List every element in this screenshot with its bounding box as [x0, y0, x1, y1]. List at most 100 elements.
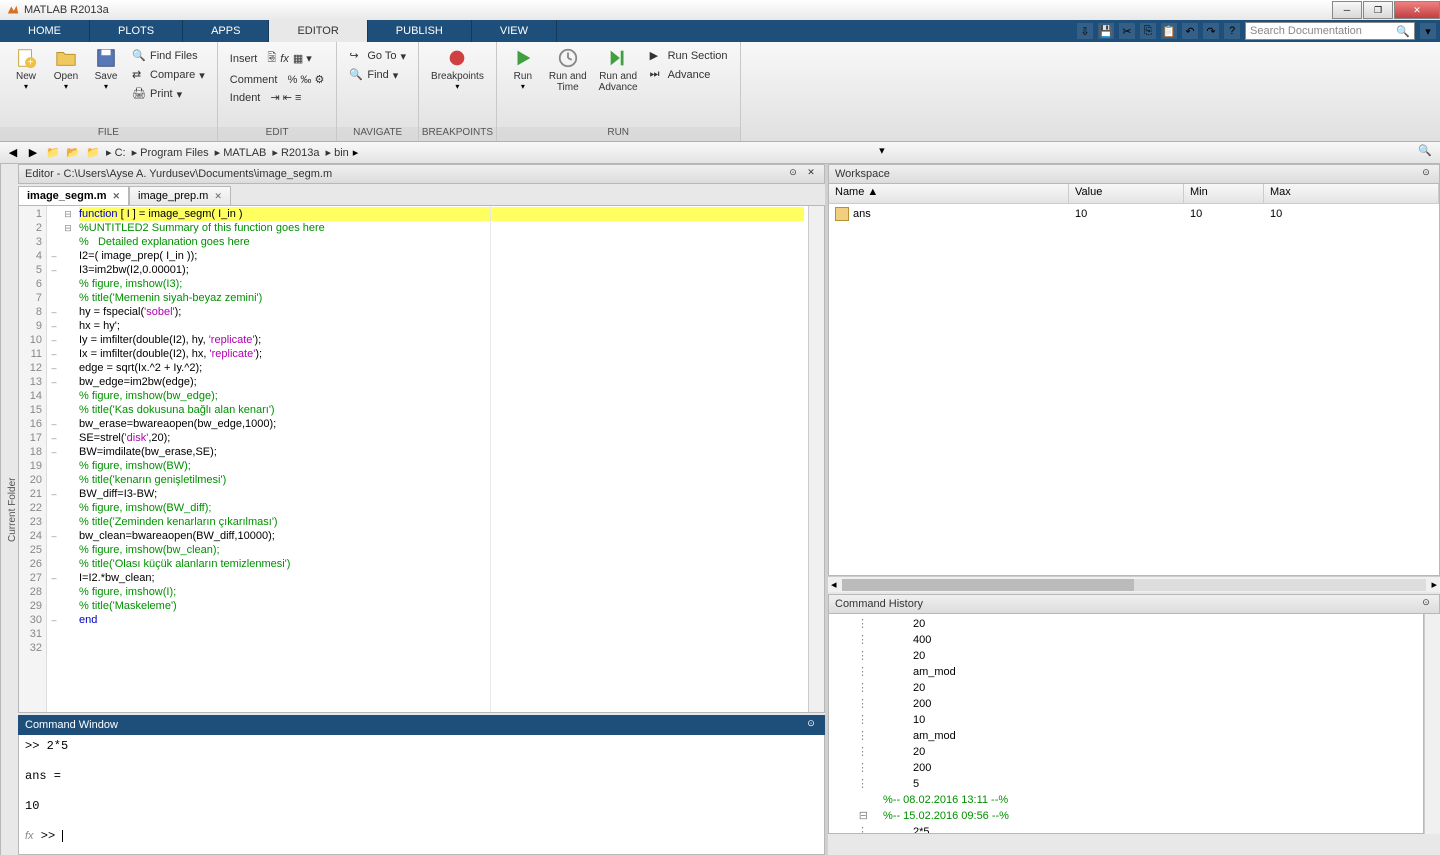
- run-section-button[interactable]: ▶Run Section: [646, 47, 732, 65]
- copy-icon[interactable]: ⎘: [1140, 23, 1156, 39]
- menu-tab-publish[interactable]: PUBLISH: [368, 20, 472, 42]
- history-item[interactable]: ⋮am_mod: [833, 664, 1419, 680]
- path-segment[interactable]: ▸ R2013a: [270, 146, 321, 159]
- group-label-run: RUN: [497, 127, 740, 141]
- new-button[interactable]: +New▾: [8, 45, 44, 127]
- history-item[interactable]: ⊟%-- 15.02.2016 09:56 --%: [833, 808, 1419, 824]
- save-icon[interactable]: 💾: [1098, 23, 1114, 39]
- path-segment[interactable]: ▸ MATLAB: [213, 146, 269, 159]
- path-segments[interactable]: ▸ C:▸ Program Files▸ MATLAB▸ R2013a▸ bin…: [104, 146, 358, 159]
- folder-icon: 📁: [84, 144, 102, 162]
- path-segment[interactable]: ▸ C:: [104, 146, 128, 159]
- minimize-button[interactable]: ─: [1332, 1, 1362, 19]
- group-label-navigate: NAVIGATE: [337, 127, 418, 141]
- compare-button[interactable]: ⇄Compare ▾: [128, 66, 209, 84]
- layout-dropdown-icon[interactable]: ▾: [1420, 23, 1436, 39]
- paste-icon[interactable]: 📋: [1161, 23, 1177, 39]
- cut-icon[interactable]: ✂: [1119, 23, 1135, 39]
- file-tab[interactable]: image_segm.m✕: [18, 186, 129, 205]
- workspace-title: Workspace ⊙: [828, 164, 1440, 184]
- save-button[interactable]: Save▾: [88, 45, 124, 127]
- close-tab-icon[interactable]: ✕: [214, 191, 222, 202]
- history-item[interactable]: %-- 08.02.2016 13:11 --%: [833, 792, 1419, 808]
- browse-folder-button[interactable]: 📂: [64, 144, 82, 162]
- find-files-button[interactable]: 🔍Find Files: [128, 47, 209, 65]
- history-item[interactable]: ⋮20: [833, 680, 1419, 696]
- history-item[interactable]: ⋮am_mod: [833, 728, 1419, 744]
- file-tab-label: image_prep.m: [138, 190, 208, 202]
- path-segment[interactable]: ▸ bin: [324, 146, 351, 159]
- doc-search-input[interactable]: Search Documentation 🔍: [1245, 22, 1415, 40]
- file-tab[interactable]: image_prep.m ✕: [129, 186, 231, 205]
- dropdown-icon[interactable]: ▾: [879, 144, 897, 162]
- history-label: Command History: [835, 598, 923, 610]
- current-folder-tab[interactable]: Current Folder: [0, 164, 18, 855]
- menu-tab-view[interactable]: VIEW: [472, 20, 557, 42]
- indent-button[interactable]: Indent ⇥ ⇤ ≡: [226, 89, 329, 106]
- menu-tab-plots[interactable]: PLOTS: [90, 20, 183, 42]
- history-vertical-scrollbar[interactable]: [1424, 614, 1440, 834]
- comment-button[interactable]: Comment % ‰ ⚙: [226, 71, 329, 88]
- back-button[interactable]: ◀: [4, 144, 22, 162]
- help-icon[interactable]: ?: [1224, 23, 1240, 39]
- close-tab-icon[interactable]: ✕: [112, 191, 120, 202]
- advance-button[interactable]: ⏭Advance: [646, 66, 732, 84]
- workspace-table[interactable]: Name ▲ValueMinMax ans101010: [828, 184, 1440, 576]
- search-path-icon[interactable]: 🔍: [1418, 144, 1436, 162]
- path-segment[interactable]: ▸ Program Files: [130, 146, 211, 159]
- menu-tabs: HOMEPLOTSAPPSEDITORPUBLISHVIEW ⇩ 💾 ✂ ⎘ 📋…: [0, 20, 1440, 42]
- history-item[interactable]: ⋮5: [833, 776, 1419, 792]
- undo-icon[interactable]: ↶: [1182, 23, 1198, 39]
- workspace-column-header[interactable]: Value: [1069, 184, 1184, 203]
- command-window[interactable]: >> 2*5ans = 10fx >>: [18, 735, 825, 855]
- history-item[interactable]: ⋮200: [833, 760, 1419, 776]
- print-button[interactable]: 🖨Print ▾: [128, 85, 209, 103]
- redo-icon[interactable]: ↷: [1203, 23, 1219, 39]
- matlab-logo-icon: [6, 3, 20, 17]
- history-item[interactable]: ⋮400: [833, 632, 1419, 648]
- insert-button[interactable]: Insert 🗟 fx ▦ ▾: [226, 47, 329, 70]
- history-item[interactable]: ⋮10: [833, 712, 1419, 728]
- workspace-column-header[interactable]: Max: [1264, 184, 1439, 203]
- cmdwin-menu-icon[interactable]: ⊙: [804, 718, 818, 732]
- find-button[interactable]: 🔍Find ▾: [345, 66, 410, 84]
- run-and-time-button[interactable]: Run and Time: [545, 45, 591, 127]
- menu-tab-home[interactable]: HOME: [0, 20, 90, 42]
- workspace-row[interactable]: ans101010: [829, 204, 1439, 224]
- up-folder-button[interactable]: 📁: [44, 144, 62, 162]
- workspace-column-header[interactable]: Min: [1184, 184, 1264, 203]
- import-icon[interactable]: ⇩: [1077, 23, 1093, 39]
- code-editor[interactable]: 1234567891011121314151617181920212223242…: [18, 206, 825, 713]
- history-item[interactable]: ⋮20: [833, 648, 1419, 664]
- command-history[interactable]: ⋮20⋮400⋮20⋮am_mod⋮20⋮200⋮10⋮am_mod⋮20⋮20…: [828, 614, 1424, 834]
- toolstrip: +New▾ Open▾ Save▾ 🔍Find Files ⇄Compare ▾…: [0, 42, 1440, 142]
- run-button[interactable]: Run▾: [505, 45, 541, 127]
- history-item[interactable]: ⋮20: [833, 744, 1419, 760]
- workspace-menu-icon[interactable]: ⊙: [1419, 167, 1433, 181]
- editor-file-tabs: image_segm.m✕ image_prep.m ✕: [18, 184, 825, 206]
- close-button[interactable]: ✕: [1394, 1, 1440, 19]
- svg-text:+: +: [28, 57, 34, 68]
- history-item[interactable]: ⋮2*5: [833, 824, 1419, 834]
- history-item[interactable]: ⋮20: [833, 616, 1419, 632]
- menu-tab-editor[interactable]: EDITOR: [269, 20, 367, 42]
- history-item[interactable]: ⋮200: [833, 696, 1419, 712]
- menu-tab-apps[interactable]: APPS: [183, 20, 269, 42]
- window-titlebar: MATLAB R2013a ─ ❐ ✕: [0, 0, 1440, 20]
- editor-vertical-scrollbar[interactable]: [808, 206, 824, 712]
- run-and-advance-button[interactable]: Run and Advance: [595, 45, 642, 127]
- editor-panel-title: Editor - C:\Users\Ayse A. Yurdusev\Docum…: [18, 164, 825, 184]
- group-label-breakpoints: BREAKPOINTS: [419, 127, 496, 141]
- history-title: Command History ⊙: [828, 594, 1440, 614]
- breakpoints-button[interactable]: Breakpoints▾: [427, 45, 488, 127]
- workspace-column-header[interactable]: Name ▲: [829, 184, 1069, 203]
- goto-button[interactable]: ↪Go To ▾: [345, 47, 410, 65]
- window-title: MATLAB R2013a: [24, 4, 109, 16]
- panel-menu-icon[interactable]: ⊙: [786, 167, 800, 181]
- workspace-horizontal-scrollbar[interactable]: ◂▸: [828, 576, 1440, 592]
- history-menu-icon[interactable]: ⊙: [1419, 597, 1433, 611]
- forward-button[interactable]: ▶: [24, 144, 42, 162]
- open-button[interactable]: Open▾: [48, 45, 84, 127]
- panel-close-icon[interactable]: ✕: [804, 167, 818, 181]
- maximize-button[interactable]: ❐: [1363, 1, 1393, 19]
